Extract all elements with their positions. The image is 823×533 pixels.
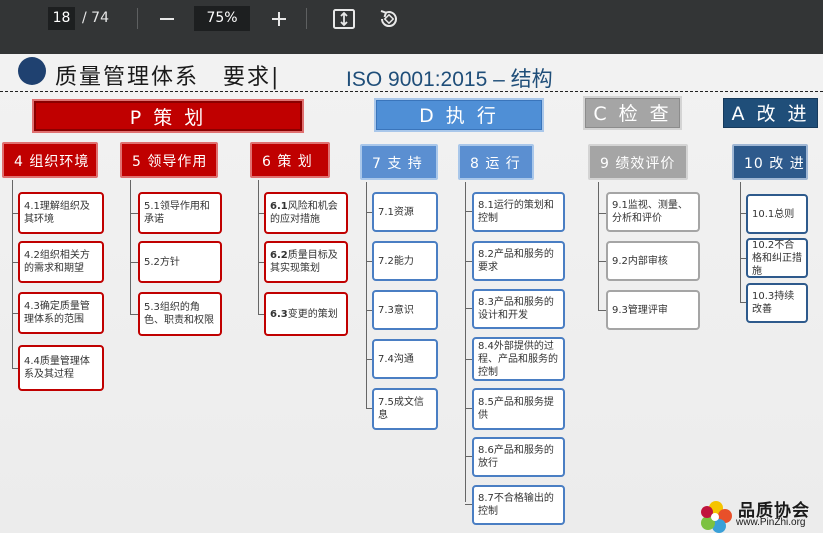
connector (465, 359, 472, 360)
connector (598, 213, 606, 214)
title-divider (0, 91, 823, 92)
clause-8-7: 8.7不合格输出的控制 (472, 485, 565, 525)
clause-10-3: 10.3持续改善 (746, 283, 808, 323)
connector (740, 182, 741, 302)
clause-7-4: 7.4沟通 (372, 339, 438, 379)
clause-9-2: 9.2内部审核 (606, 241, 700, 281)
clause-8-1: 8.1运行的策划和控制 (472, 192, 565, 232)
clause-5-3: 5.3组织的角色、职责和权限 (138, 292, 222, 336)
zoom-level-input[interactable]: 75% (194, 6, 250, 31)
category-check: C 检 查 (585, 98, 680, 128)
clause-9-1: 9.1监视、测量、分析和评价 (606, 192, 700, 232)
rotate-button[interactable] (377, 7, 401, 31)
clause-6-2-number: 6.2 (270, 250, 288, 261)
clause-5-2: 5.2方针 (138, 241, 222, 283)
connector (366, 182, 367, 408)
logo-flower-icon (701, 501, 732, 533)
clause-7-3: 7.3意识 (372, 290, 438, 330)
plus-icon (272, 12, 286, 26)
category-plan: P 策 划 (34, 101, 302, 131)
slide-title: 质量管理体系 要求| (55, 65, 281, 90)
toolbar-divider (306, 8, 307, 29)
clause-4-header: 4 组织环境 (2, 142, 98, 178)
connector (130, 180, 131, 314)
connector (12, 180, 13, 368)
clause-5-header: 5 领导作用 (120, 142, 218, 178)
connector (465, 408, 472, 409)
minus-icon (160, 18, 174, 20)
rotate-icon (380, 10, 397, 28)
clause-6-header: 6 策 划 (250, 142, 330, 178)
connector (465, 211, 472, 212)
clause-6-2: 6.2质量目标及其实现策划 (264, 241, 348, 283)
clause-4-4: 4.4质量管理体系及其过程 (18, 345, 104, 391)
clause-8-3: 8.3产品和服务的设计和开发 (472, 289, 565, 329)
clause-4-1: 4.1理解组织及其环境 (18, 192, 104, 234)
current-page-input[interactable]: 18 (48, 7, 75, 30)
category-do: D 执 行 (376, 100, 542, 130)
connector (258, 180, 259, 314)
clause-7-1: 7.1资源 (372, 192, 438, 232)
clause-6-3-number: 6.3 (270, 308, 288, 320)
connector (130, 262, 138, 263)
clause-10-2: 10.2不合格和纠正措施 (746, 238, 808, 278)
fit-page-button[interactable] (332, 7, 356, 31)
connector (465, 182, 466, 502)
clause-8-4: 8.4外部提供的过程、产品和服务的控制 (472, 337, 565, 381)
connector (465, 456, 472, 457)
zoom-in-button[interactable] (264, 4, 294, 34)
connector (130, 314, 138, 315)
clause-8-6: 8.6产品和服务的放行 (472, 437, 565, 477)
clause-8-2: 8.2产品和服务的要求 (472, 241, 565, 281)
category-act: A 改 进 (723, 98, 818, 128)
clause-7-2: 7.2能力 (372, 241, 438, 281)
toolbar-divider (137, 8, 138, 29)
zoom-out-button[interactable] (152, 4, 182, 34)
clause-8-5: 8.5产品和服务提供 (472, 388, 565, 430)
fit-page-icon (333, 9, 355, 29)
clause-10-header: 10 改 进 (732, 144, 808, 180)
connector (598, 261, 606, 262)
connector (465, 308, 472, 309)
clause-6-1-number: 6.1 (270, 201, 288, 212)
clause-6-1: 6.1风险和机会的应对措施 (264, 192, 348, 234)
slide-subtitle: ISO 9001:2015 – 结构 (346, 68, 553, 91)
connector (465, 261, 472, 262)
clause-4-3: 4.3确定质量管理体系的范围 (18, 292, 104, 334)
connector (598, 310, 606, 311)
connector (130, 213, 138, 214)
clause-6-3-text: 变更的策划 (287, 308, 338, 320)
slide-page: 质量管理体系 要求| ISO 9001:2015 – 结构 P 策 划 D 执 … (0, 54, 823, 533)
clause-7-5: 7.5成文信息 (372, 388, 438, 430)
title-bullet (18, 57, 46, 85)
clause-4-2: 4.2组织相关方的需求和期望 (18, 241, 104, 283)
clause-9-header: 9 绩效评价 (588, 144, 688, 180)
logo-url: www.PinZhi.org (736, 517, 806, 528)
clause-8-header: 8 运 行 (458, 144, 534, 180)
clause-7-header: 7 支 持 (360, 144, 438, 180)
connector (598, 182, 599, 310)
clause-5-1: 5.1领导作用和承诺 (138, 192, 222, 234)
total-pages: / 74 (82, 10, 109, 26)
connector (465, 504, 472, 505)
clause-9-3: 9.3管理评审 (606, 290, 700, 330)
pdf-viewer-toolbar: 18 / 74 75% (0, 0, 823, 54)
clause-10-1: 10.1总则 (746, 194, 808, 234)
clause-6-3: 6.3变更的策划 (264, 292, 348, 336)
